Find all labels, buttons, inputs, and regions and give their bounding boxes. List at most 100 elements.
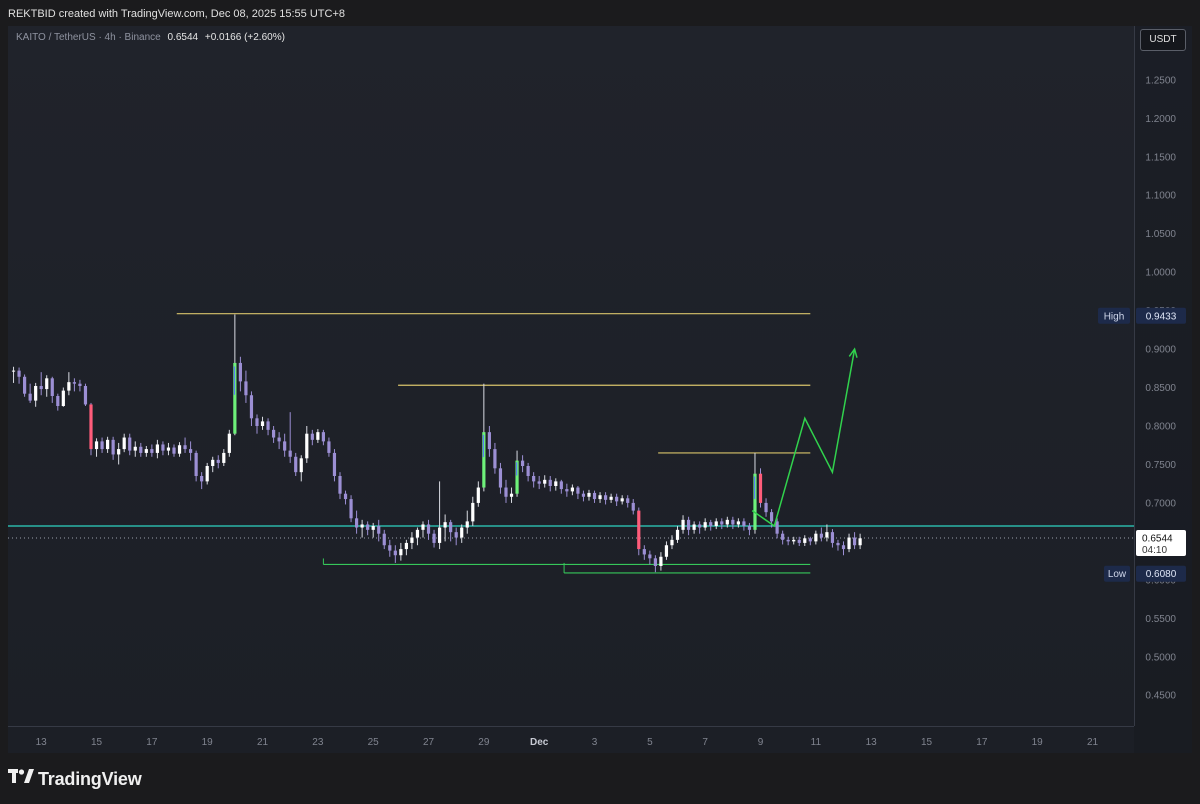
candle	[277, 432, 281, 450]
candle-body	[139, 446, 143, 453]
legend-price: 0.6544	[167, 32, 199, 43]
candle	[393, 545, 397, 563]
candle	[460, 524, 464, 543]
candle-body	[471, 502, 475, 522]
current-price-marker: 0.654404:10	[1136, 530, 1186, 556]
candle-body	[498, 468, 503, 488]
y-tick-label: 1.0000	[1145, 268, 1176, 279]
candle-body	[133, 446, 137, 451]
candle-body	[554, 481, 558, 486]
candle-body	[576, 487, 580, 494]
x-tick-label: 25	[368, 737, 380, 748]
candle	[78, 379, 82, 392]
candle-body	[111, 439, 115, 455]
candle-body	[847, 537, 851, 550]
candle	[332, 449, 337, 482]
y-tick-label: 1.2500	[1145, 75, 1176, 86]
candle	[836, 539, 840, 551]
candle	[786, 536, 790, 546]
x-tick-label: 21	[1087, 737, 1099, 748]
legend-change: +0.0166 (+2.60%)	[204, 32, 285, 43]
candle	[211, 456, 215, 473]
candle-body	[493, 449, 497, 469]
price-axis-unit-button[interactable]: USDT	[1140, 29, 1186, 51]
chart-legend: KAITO / TetherUS · 4h · Binance 0.6544 +…	[16, 32, 285, 43]
candle	[222, 449, 226, 466]
low-marker: Low 0.6080	[1104, 565, 1186, 582]
candle	[437, 481, 442, 550]
x-tick-label: 21	[257, 737, 269, 748]
candle-body	[487, 432, 491, 450]
candle	[404, 539, 408, 556]
candle-body	[747, 526, 752, 530]
low-marker-value: 0.6080	[1146, 569, 1177, 580]
candle-body	[343, 493, 348, 500]
candle	[205, 462, 209, 485]
candle-body	[222, 452, 226, 463]
legend-symbol: KAITO / TetherUS · 4h · Binance	[16, 32, 161, 43]
candlestick-chart[interactable]: 1.30001.25001.20001.15001.10001.05001.00…	[8, 26, 1192, 753]
y-tick-label: 1.1000	[1145, 191, 1176, 202]
candle	[852, 532, 857, 550]
candle	[626, 495, 630, 508]
candle-body	[327, 441, 331, 453]
candle-body	[825, 532, 829, 538]
candle-body	[283, 441, 287, 451]
low-marker-label: Low	[1108, 569, 1127, 580]
candle	[89, 402, 93, 456]
candle-body	[255, 418, 259, 426]
candle-body	[122, 437, 126, 450]
candle-body	[626, 498, 630, 503]
candle	[548, 476, 552, 492]
candle	[67, 372, 71, 396]
candle	[703, 518, 707, 531]
current-price-value: 0.6544	[1142, 534, 1173, 545]
candle-body	[244, 381, 248, 396]
candle-body	[172, 447, 176, 454]
candle	[316, 429, 320, 443]
candle-body	[354, 518, 359, 528]
candle	[670, 535, 674, 550]
candle	[493, 442, 497, 474]
candle	[692, 521, 696, 534]
candle	[758, 468, 763, 508]
chart-panel[interactable]: 1.30001.25001.20001.15001.10001.05001.00…	[8, 26, 1192, 753]
candle	[17, 367, 21, 384]
candle-body	[653, 558, 657, 566]
candle-body	[631, 502, 635, 511]
candle-body	[814, 533, 818, 542]
y-tick-label: 0.8500	[1145, 383, 1176, 394]
candle-body	[504, 487, 508, 497]
tradingview-logo-icon	[8, 769, 34, 783]
candle	[686, 516, 691, 536]
candle-body	[537, 481, 541, 484]
level-lines	[8, 313, 1134, 574]
candle-body	[736, 521, 740, 525]
candle-body	[659, 556, 663, 566]
attribution-text: REKTBID created with TradingView.com, De…	[8, 8, 345, 20]
candle-body	[426, 524, 431, 534]
candle-body	[526, 466, 530, 476]
x-tick-label: 15	[921, 737, 933, 748]
candle-body	[786, 539, 790, 542]
candle	[321, 429, 325, 446]
current-price-countdown: 04:10	[1142, 545, 1167, 556]
candle-body	[603, 495, 608, 500]
candle	[532, 472, 536, 488]
candle-body	[50, 378, 54, 396]
candle	[354, 510, 359, 534]
candle	[299, 455, 303, 482]
candle-body	[852, 537, 857, 546]
candle-body	[194, 452, 198, 476]
candle	[305, 426, 309, 463]
candle	[50, 376, 54, 403]
candle	[227, 429, 231, 457]
candle	[11, 366, 16, 383]
candle	[830, 529, 835, 548]
candle	[410, 532, 414, 550]
candle-body	[836, 542, 840, 546]
candle-body	[61, 390, 65, 406]
candle	[515, 450, 519, 497]
candle	[327, 437, 331, 457]
candle-body	[509, 493, 514, 497]
